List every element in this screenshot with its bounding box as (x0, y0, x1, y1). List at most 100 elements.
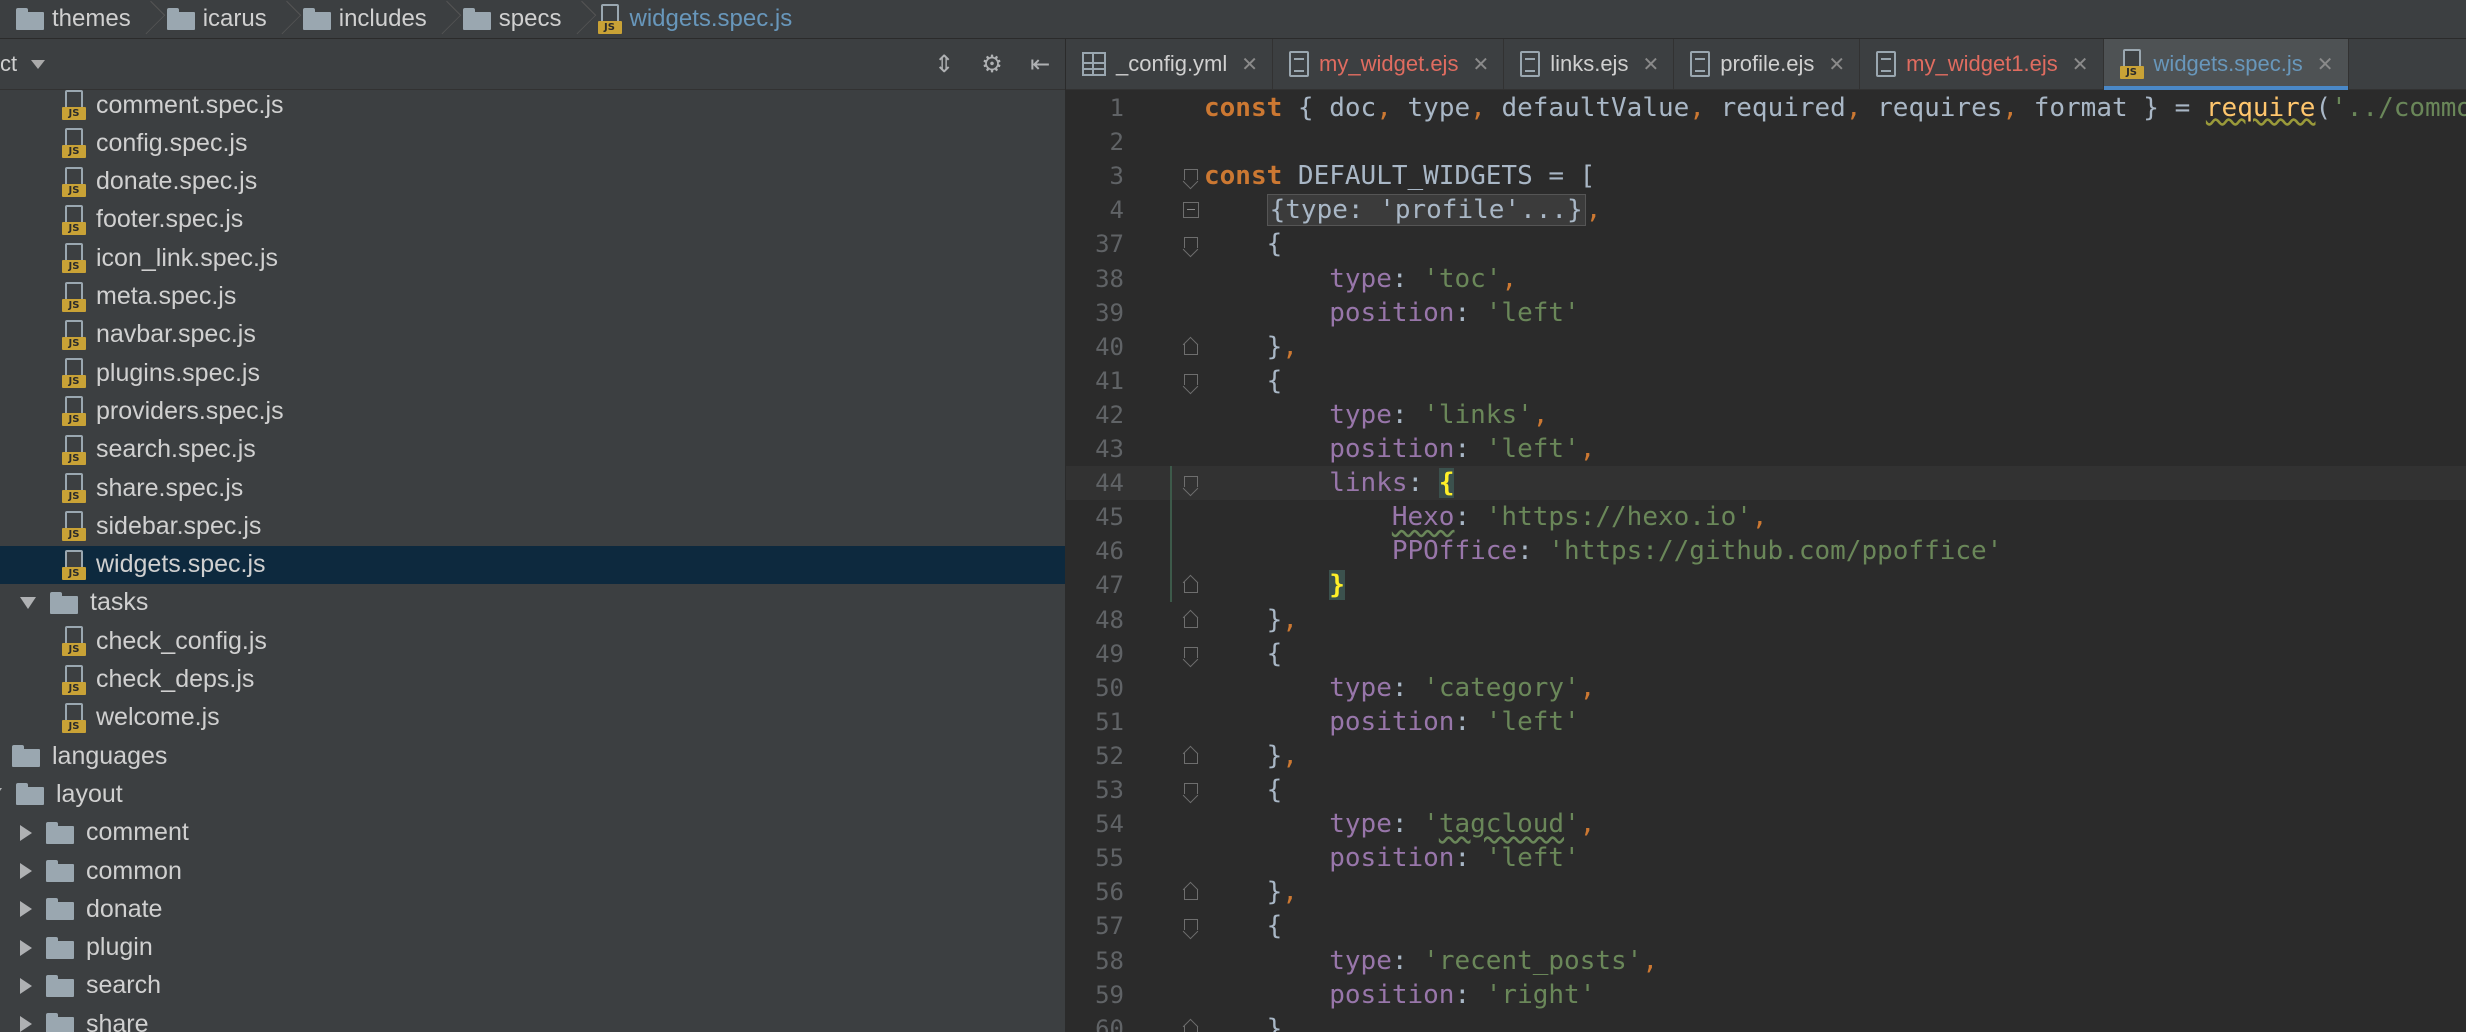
line-number: 42 (1095, 400, 1124, 429)
code-token: : (1454, 297, 1486, 328)
tree-folder[interactable]: languages (0, 737, 1065, 775)
fold-collapse-icon[interactable] (1182, 917, 1200, 935)
tree-item-label: languages (52, 741, 168, 770)
tree-file[interactable]: meta.spec.js (0, 278, 1065, 316)
gear-icon[interactable]: ⚙ (977, 49, 1007, 79)
fold-expand-icon[interactable] (1182, 201, 1200, 219)
fold-collapse-icon[interactable] (1182, 167, 1200, 185)
tree-file[interactable]: footer.spec.js (0, 201, 1065, 239)
close-icon[interactable]: ✕ (1642, 52, 1659, 77)
editor-tab[interactable]: links.ejs ✕ (1504, 39, 1675, 89)
fold-collapse-icon[interactable] (1182, 611, 1200, 629)
close-icon[interactable]: ✕ (1828, 52, 1845, 77)
tree-folder[interactable]: tasks (0, 584, 1065, 622)
tree-item-label: donate (86, 894, 163, 923)
fold-collapse-icon[interactable] (1182, 576, 1200, 594)
code-text: }, (1204, 605, 1298, 635)
collapsed-arrow-icon[interactable] (20, 977, 32, 994)
breadcrumb-item[interactable]: includes (287, 0, 437, 38)
js-file-icon (62, 243, 86, 274)
fold-collapse-icon[interactable] (1182, 747, 1200, 765)
code-token: 'https://hexo.io' (1485, 502, 1752, 533)
fold-collapse-icon[interactable] (1182, 474, 1200, 492)
collapsed-arrow-icon[interactable] (20, 901, 32, 918)
tree-folder[interactable]: plugin (0, 929, 1065, 967)
code-line: 47 } (1066, 568, 2466, 602)
expanded-arrow-icon[interactable] (0, 788, 2, 801)
editor-tab[interactable]: widgets.spec.js ✕ (2103, 39, 2349, 90)
tree-file[interactable]: welcome.js (0, 699, 1065, 737)
hide-panel-icon[interactable]: ⇤ (1025, 49, 1055, 79)
tree-file[interactable]: config.spec.js (0, 124, 1065, 162)
tree-file[interactable]: comment.spec.js (0, 86, 1065, 124)
tree-file[interactable]: plugins.spec.js (0, 354, 1065, 392)
editor-tab[interactable]: my_widget1.ejs ✕ (1860, 39, 2104, 89)
tree-folder[interactable]: layout (0, 775, 1065, 813)
code-line: 56 }, (1066, 875, 2466, 909)
code-line: 50 type: 'category', (1066, 671, 2466, 705)
tree-file[interactable]: check_deps.js (0, 661, 1065, 699)
breadcrumb-item[interactable]: widgets.spec.js (582, 0, 803, 38)
tree-file[interactable]: sidebar.spec.js (0, 507, 1065, 545)
tree-file[interactable]: icon_link.spec.js (0, 239, 1065, 277)
collapsed-arrow-icon[interactable] (20, 1016, 32, 1032)
expanded-arrow-icon[interactable] (20, 596, 36, 609)
tree-folder[interactable]: share (0, 1005, 1065, 1032)
code-line: 38 type: 'toc', (1066, 262, 2466, 296)
tree-file[interactable]: share.spec.js (0, 469, 1065, 507)
tree-file[interactable]: navbar.spec.js (0, 316, 1065, 354)
close-icon[interactable]: ✕ (1241, 52, 1258, 77)
tree-file[interactable]: check_config.js (0, 622, 1065, 660)
project-view-selector[interactable]: ct (0, 51, 17, 77)
folder-icon (46, 1013, 74, 1032)
collapsed-arrow-icon[interactable] (20, 939, 32, 956)
close-icon[interactable]: ✕ (2317, 52, 2334, 77)
tree-file[interactable]: providers.spec.js (0, 392, 1065, 430)
editor-tab[interactable]: profile.ejs ✕ (1674, 39, 1861, 89)
chevron-down-icon[interactable] (31, 59, 46, 69)
collapse-all-icon[interactable]: ⇕ (929, 49, 959, 79)
close-icon[interactable]: ✕ (2072, 52, 2089, 77)
breadcrumb-item[interactable]: themes (0, 0, 141, 38)
code-token: : (1454, 502, 1486, 533)
tree-folder[interactable]: search (0, 967, 1065, 1005)
code-line: 55 position: 'left' (1066, 841, 2466, 875)
fold-collapse-icon[interactable] (1182, 338, 1200, 356)
doc-file-icon (1876, 51, 1897, 77)
fold-collapse-icon[interactable] (1182, 1020, 1200, 1032)
code-token: format } = (2033, 93, 2206, 123)
line-number: 45 (1095, 503, 1124, 532)
code-text: { (1204, 639, 1283, 669)
tree-file[interactable]: widgets.spec.js (0, 545, 1065, 584)
code-token: : (1391, 672, 1424, 703)
folder-icon (46, 821, 74, 844)
tree-item-label: share.spec.js (96, 473, 244, 502)
editor-tab[interactable]: _config.yml ✕ (1066, 39, 1274, 89)
breadcrumb-item[interactable]: icarus (151, 0, 277, 38)
fold-collapse-icon[interactable] (1182, 781, 1200, 799)
code-token: 'https://github.com/ppoffice' (1548, 536, 2003, 567)
tree-folder[interactable]: common (0, 852, 1065, 890)
fold-collapse-icon[interactable] (1182, 883, 1200, 901)
close-icon[interactable]: ✕ (1472, 52, 1489, 77)
tree-item-label: config.spec.js (96, 128, 248, 157)
tree-file[interactable]: search.spec.js (0, 431, 1065, 469)
code-token: } (1204, 740, 1283, 771)
fold-collapse-icon[interactable] (1182, 645, 1200, 663)
code-line: 48 }, (1066, 603, 2466, 637)
tree-folder[interactable]: donate (0, 890, 1065, 928)
code-line: 58 type: 'recent_posts', (1066, 944, 2466, 978)
code-line: 49 { (1066, 637, 2466, 671)
collapsed-arrow-icon[interactable] (20, 824, 32, 841)
tree-folder[interactable]: comment (0, 814, 1065, 852)
code-token: requires (1877, 93, 2003, 123)
collapsed-arrow-icon[interactable] (20, 863, 32, 879)
code-editor[interactable]: 1 const { doc, type, defaultValue, requir… (1066, 90, 2466, 1032)
editor-tab[interactable]: my_widget.ejs ✕ (1273, 39, 1505, 89)
folder-icon (302, 8, 331, 30)
js-file-icon (62, 549, 86, 580)
fold-collapse-icon[interactable] (1182, 235, 1200, 253)
tree-file[interactable]: donate.spec.js (0, 163, 1065, 201)
fold-collapse-icon[interactable] (1182, 372, 1200, 390)
breadcrumb-item[interactable]: specs (447, 0, 572, 38)
